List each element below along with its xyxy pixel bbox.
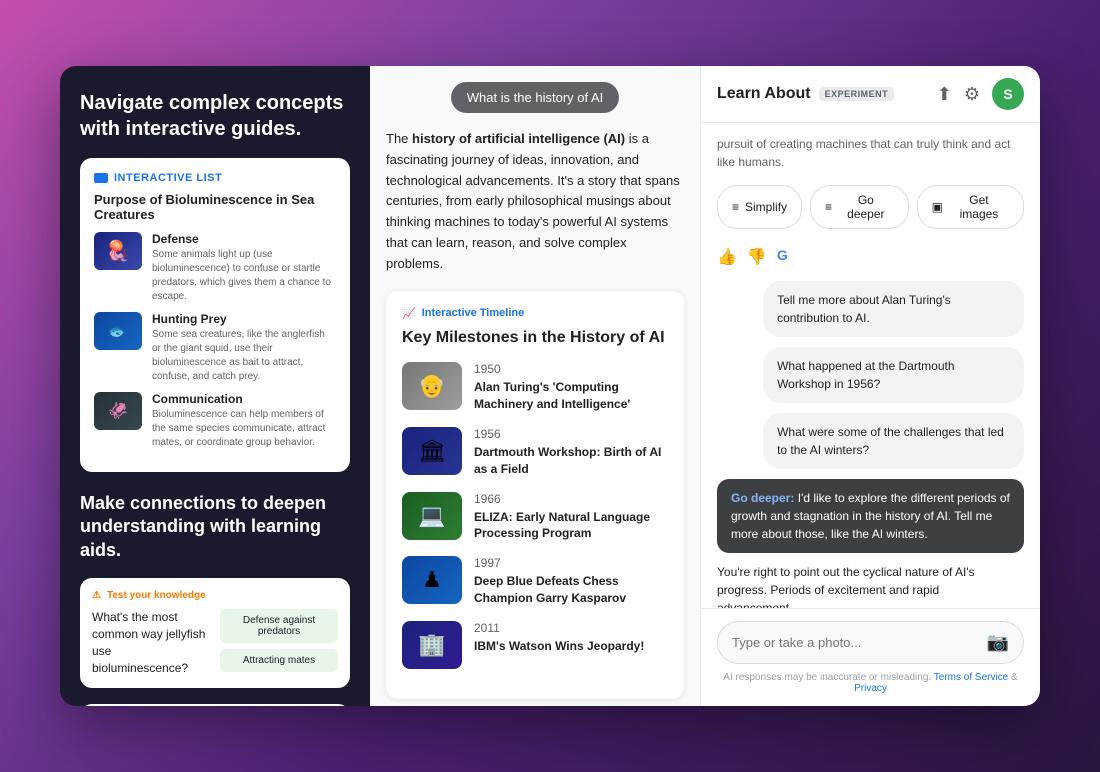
timeline-item-1997: ♟ 1997 Deep Blue Defeats Chess Champion … bbox=[402, 556, 668, 607]
intro-text: The history of artificial intelligence (… bbox=[386, 129, 684, 275]
left-heading-1: Navigate complex concepts with interacti… bbox=[80, 90, 350, 142]
communication-title: Communication bbox=[152, 392, 336, 406]
terms-link[interactable]: Terms of Service bbox=[934, 672, 1008, 683]
chat-message-winters: What were some of the challenges that le… bbox=[763, 413, 1024, 469]
thumbs-down-icon[interactable]: 👎 bbox=[747, 247, 767, 267]
simplify-action-icon: ≡ bbox=[732, 200, 739, 214]
hunting-image bbox=[94, 312, 142, 350]
event-2011: IBM's Watson Wins Jeopardy! bbox=[474, 638, 668, 655]
feedback-row: 👍 👎 G bbox=[717, 247, 1024, 267]
event-1956: Dartmouth Workshop: Birth of AI as a Fie… bbox=[474, 444, 668, 478]
list-item: Hunting Prey Some sea creatures, like th… bbox=[94, 312, 336, 384]
chat-message-ai: You're right to point out the cyclical n… bbox=[717, 563, 1024, 608]
share-icon[interactable]: ⬆ bbox=[937, 84, 952, 105]
quiz-icon: ⚠ bbox=[92, 590, 101, 601]
deepblue-image: ♟ bbox=[402, 556, 462, 604]
communication-image bbox=[94, 392, 142, 430]
right-panel: Learn About EXPERIMENT ⬆ ⚙ S pursuit of … bbox=[700, 66, 1040, 706]
timeline-item-1956: 🏛 1956 Dartmouth Workshop: Birth of AI a… bbox=[402, 427, 668, 478]
year-1997: 1997 bbox=[474, 556, 668, 570]
search-pill[interactable]: What is the history of AI bbox=[451, 82, 620, 113]
interactive-list-card: Interactive List Purpose of Bioluminesce… bbox=[80, 158, 350, 472]
event-1950: Alan Turing's 'Computing Machinery and I… bbox=[474, 379, 668, 413]
hunting-desc: Some sea creatures, like the anglerfish … bbox=[152, 328, 336, 384]
timeline-title: Key Milestones in the History of AI bbox=[402, 328, 668, 349]
google-icon: G bbox=[777, 247, 797, 267]
chat-message-turing: Tell me more about Alan Turing's contrib… bbox=[763, 281, 1024, 337]
interactive-list-title: Purpose of Bioluminescence in Sea Creatu… bbox=[94, 192, 336, 222]
defense-title: Defense bbox=[152, 232, 336, 246]
simplify-action-btn[interactable]: ≡ Simplify bbox=[717, 185, 802, 229]
chat-area: pursuit of creating machines that can tr… bbox=[701, 123, 1040, 608]
chat-input[interactable] bbox=[732, 635, 979, 650]
get-images-action-btn[interactable]: ▣ Get images bbox=[917, 185, 1024, 229]
get-images-action-icon: ▣ bbox=[932, 200, 943, 214]
go-deeper-label: Go deeper: bbox=[731, 491, 798, 505]
quiz-label: ⚠ Test your knowledge bbox=[92, 590, 338, 601]
timeline-item-1950: 👴 1950 Alan Turing's 'Computing Machiner… bbox=[402, 362, 668, 413]
chat-message-go-deeper: Go deeper: I'd like to explore the diffe… bbox=[717, 479, 1024, 553]
interactive-list-label: Interactive List bbox=[94, 172, 336, 184]
go-deeper-action-icon: ≡ bbox=[825, 200, 832, 214]
list-item: Communication Bioluminescence can help m… bbox=[94, 392, 336, 450]
middle-content: The history of artificial intelligence (… bbox=[370, 129, 700, 706]
chat-message-dartmouth: What happened at the Dartmouth Workshop … bbox=[763, 347, 1024, 403]
defense-image bbox=[94, 232, 142, 270]
settings-icon[interactable]: ⚙ bbox=[964, 84, 980, 105]
go-deeper-action-btn[interactable]: ≡ Go deeper bbox=[810, 185, 909, 229]
watson-image: 🏢 bbox=[402, 621, 462, 669]
experiment-badge: EXPERIMENT bbox=[819, 87, 895, 101]
middle-panel: What is the history of AI The history of… bbox=[370, 66, 700, 706]
quiz-question: What's the most common way jellyfish use… bbox=[92, 609, 210, 676]
quiz-answers: Defense against predators Attracting mat… bbox=[220, 609, 338, 676]
hunting-title: Hunting Prey bbox=[152, 312, 336, 326]
eliza-image: 💻 bbox=[402, 492, 462, 540]
misconception-card: ⚠ Common misconception ✗ Bioluminescent … bbox=[80, 704, 350, 706]
right-header: Learn About EXPERIMENT ⬆ ⚙ S bbox=[701, 66, 1040, 123]
chat-intro-text: pursuit of creating machines that can tr… bbox=[717, 135, 1024, 171]
timeline-item-2011: 🏢 2011 IBM's Watson Wins Jeopardy! bbox=[402, 621, 668, 669]
year-1950: 1950 bbox=[474, 362, 668, 376]
action-buttons: ≡ Simplify ≡ Go deeper ▣ Get images bbox=[717, 185, 1024, 229]
timeline-label: 📈 Interactive Timeline bbox=[402, 307, 668, 320]
year-2011: 2011 bbox=[474, 621, 668, 635]
left-panel: Navigate complex concepts with interacti… bbox=[60, 66, 370, 706]
main-container: Navigate complex concepts with interacti… bbox=[60, 66, 1040, 706]
input-area: 📷 bbox=[717, 621, 1024, 664]
turing-image: 👴 bbox=[402, 362, 462, 410]
list-icon bbox=[94, 173, 108, 183]
learn-about-title: Learn About EXPERIMENT bbox=[717, 85, 894, 103]
list-item: Defense Some animals light up (use biolu… bbox=[94, 232, 336, 304]
left-heading-2: Make connections to deepen understanding… bbox=[80, 492, 350, 562]
quiz-card: ⚠ Test your knowledge What's the most co… bbox=[80, 578, 350, 688]
search-bar-container: What is the history of AI bbox=[370, 66, 700, 129]
defense-desc: Some animals light up (use bioluminescen… bbox=[152, 248, 336, 304]
header-icons: ⬆ ⚙ S bbox=[937, 78, 1024, 110]
right-footer: 📷 AI responses may be inaccurate or misl… bbox=[701, 608, 1040, 706]
timeline-icon: 📈 bbox=[402, 307, 416, 320]
year-1956: 1956 bbox=[474, 427, 668, 441]
avatar[interactable]: S bbox=[992, 78, 1024, 110]
dartmouth-image: 🏛 bbox=[402, 427, 462, 475]
thumbs-up-icon[interactable]: 👍 bbox=[717, 247, 737, 267]
timeline-item-1966: 💻 1966 ELIZA: Early Natural Language Pro… bbox=[402, 492, 668, 543]
event-1997: Deep Blue Defeats Chess Champion Garry K… bbox=[474, 573, 668, 607]
communication-desc: Bioluminescence can help members of the … bbox=[152, 408, 336, 450]
event-1966: ELIZA: Early Natural Language Processing… bbox=[474, 509, 668, 543]
disclaimer: AI responses may be inaccurate or mislea… bbox=[717, 672, 1024, 694]
quiz-answer-mates[interactable]: Attracting mates bbox=[220, 649, 338, 672]
quiz-content: What's the most common way jellyfish use… bbox=[92, 609, 338, 676]
timeline-card: 📈 Interactive Timeline Key Milestones in… bbox=[386, 291, 684, 699]
camera-icon[interactable]: 📷 bbox=[987, 632, 1009, 653]
quiz-answer-defense[interactable]: Defense against predators bbox=[220, 609, 338, 643]
year-1966: 1966 bbox=[474, 492, 668, 506]
privacy-link[interactable]: Privacy bbox=[854, 683, 887, 694]
